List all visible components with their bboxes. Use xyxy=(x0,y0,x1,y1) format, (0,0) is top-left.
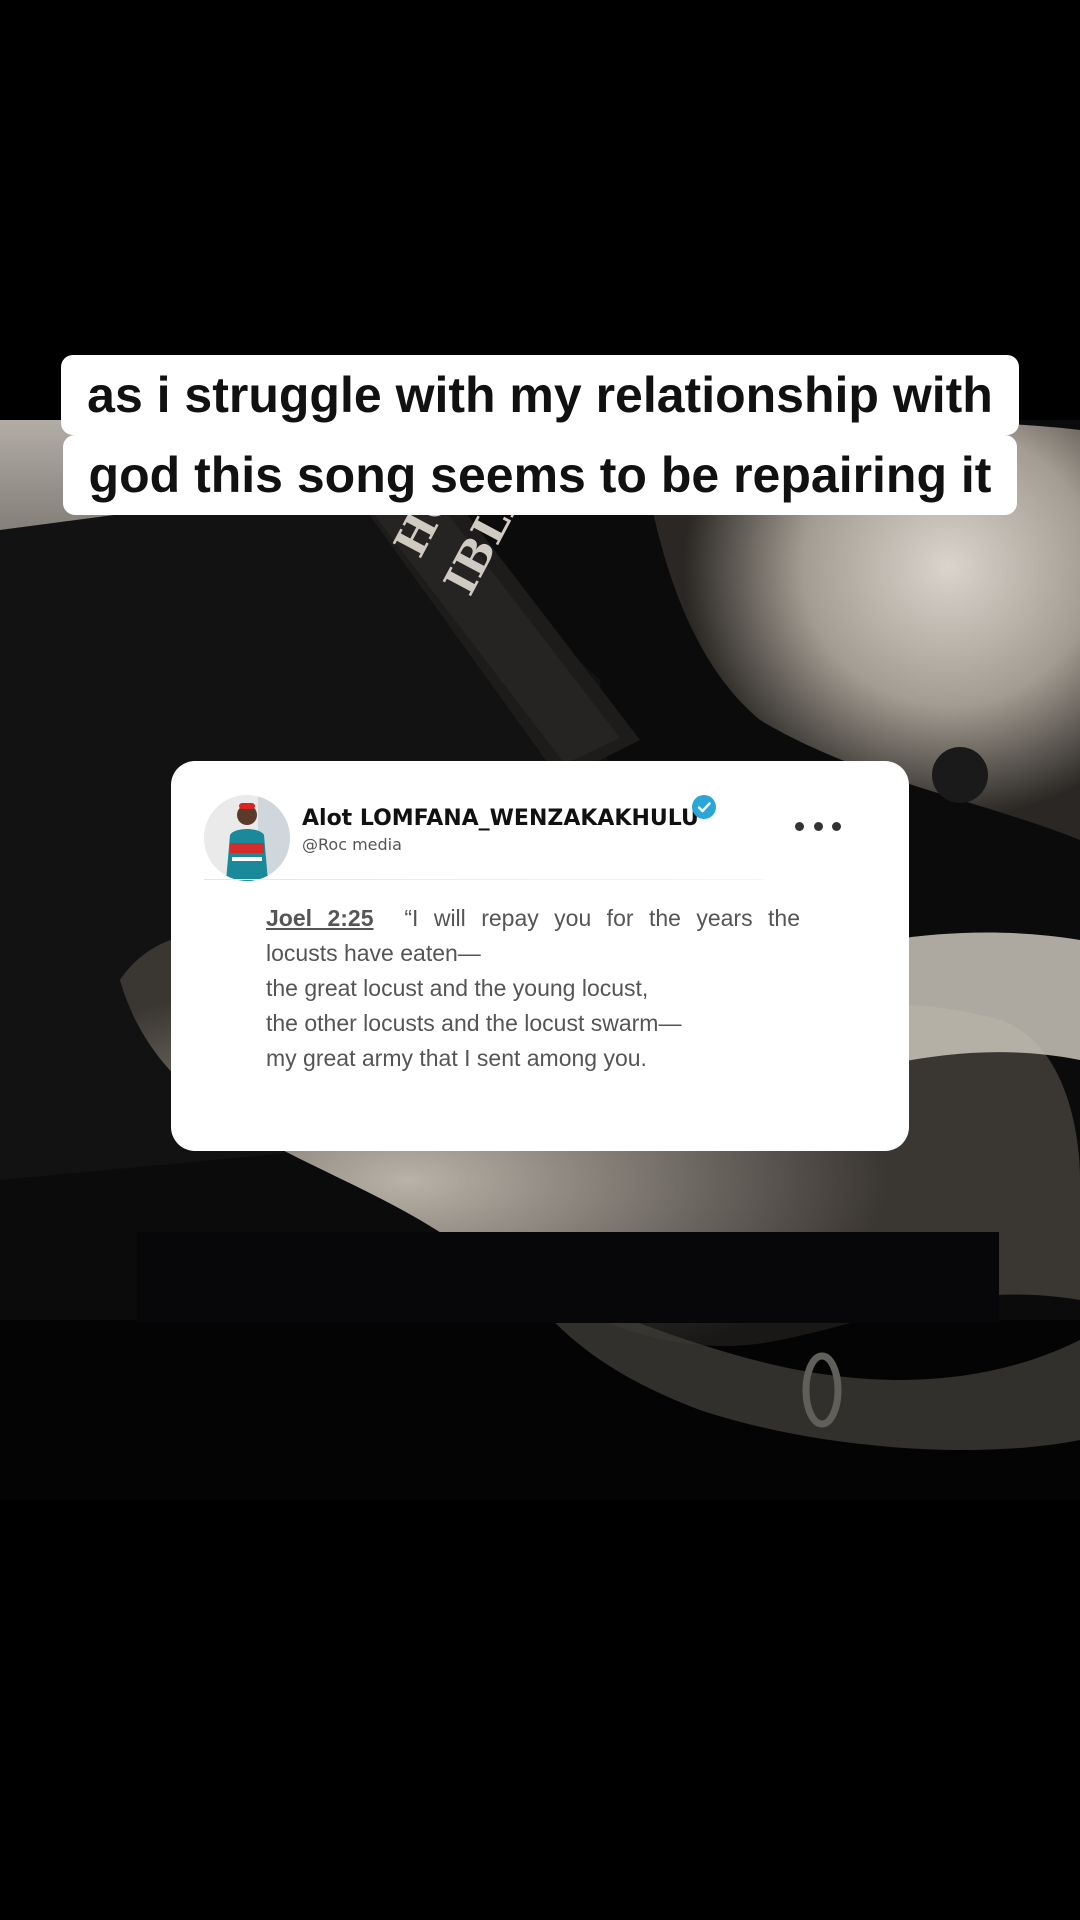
verse-line: the other locusts and the locust swarm— xyxy=(266,1010,682,1036)
video-frame: HOLY IBLE as i struggle with my relation… xyxy=(0,0,1080,1920)
card-divider xyxy=(204,879,764,880)
verse-first-line: Joel 2:25 “I will repay you for the year… xyxy=(266,901,800,936)
verified-badge-icon xyxy=(692,795,716,819)
caption-line-1: as i struggle with my relationship with xyxy=(61,355,1019,435)
post-card: Alot LOMFANA_WENZAKAKHULU @Roc media Joe… xyxy=(171,761,909,1151)
more-horizontal-icon[interactable] xyxy=(795,819,841,833)
avatar[interactable] xyxy=(204,795,290,881)
more-dot xyxy=(813,821,823,831)
verse-opening: “I will repay you for the years the xyxy=(404,905,800,931)
more-dot xyxy=(795,821,804,831)
verse-line: the great locust and the young locust, xyxy=(266,975,649,1001)
more-dot xyxy=(832,821,841,831)
author-handle[interactable]: @Roc media xyxy=(302,835,402,854)
caption: as i struggle with my relationship with … xyxy=(0,355,1080,515)
dark-overlay-bar xyxy=(137,1232,999,1323)
author-name[interactable]: Alot LOMFANA_WENZAKAKHULU xyxy=(302,806,699,831)
verse-line: my great army that I sent among you. xyxy=(266,1045,647,1071)
verse-line: locusts have eaten— xyxy=(266,940,481,966)
verse-reference[interactable]: Joel 2:25 xyxy=(266,905,374,931)
verse-text: Joel 2:25 “I will repay you for the year… xyxy=(266,901,800,1076)
caption-line-2: god this song seems to be repairing it xyxy=(62,435,1018,515)
